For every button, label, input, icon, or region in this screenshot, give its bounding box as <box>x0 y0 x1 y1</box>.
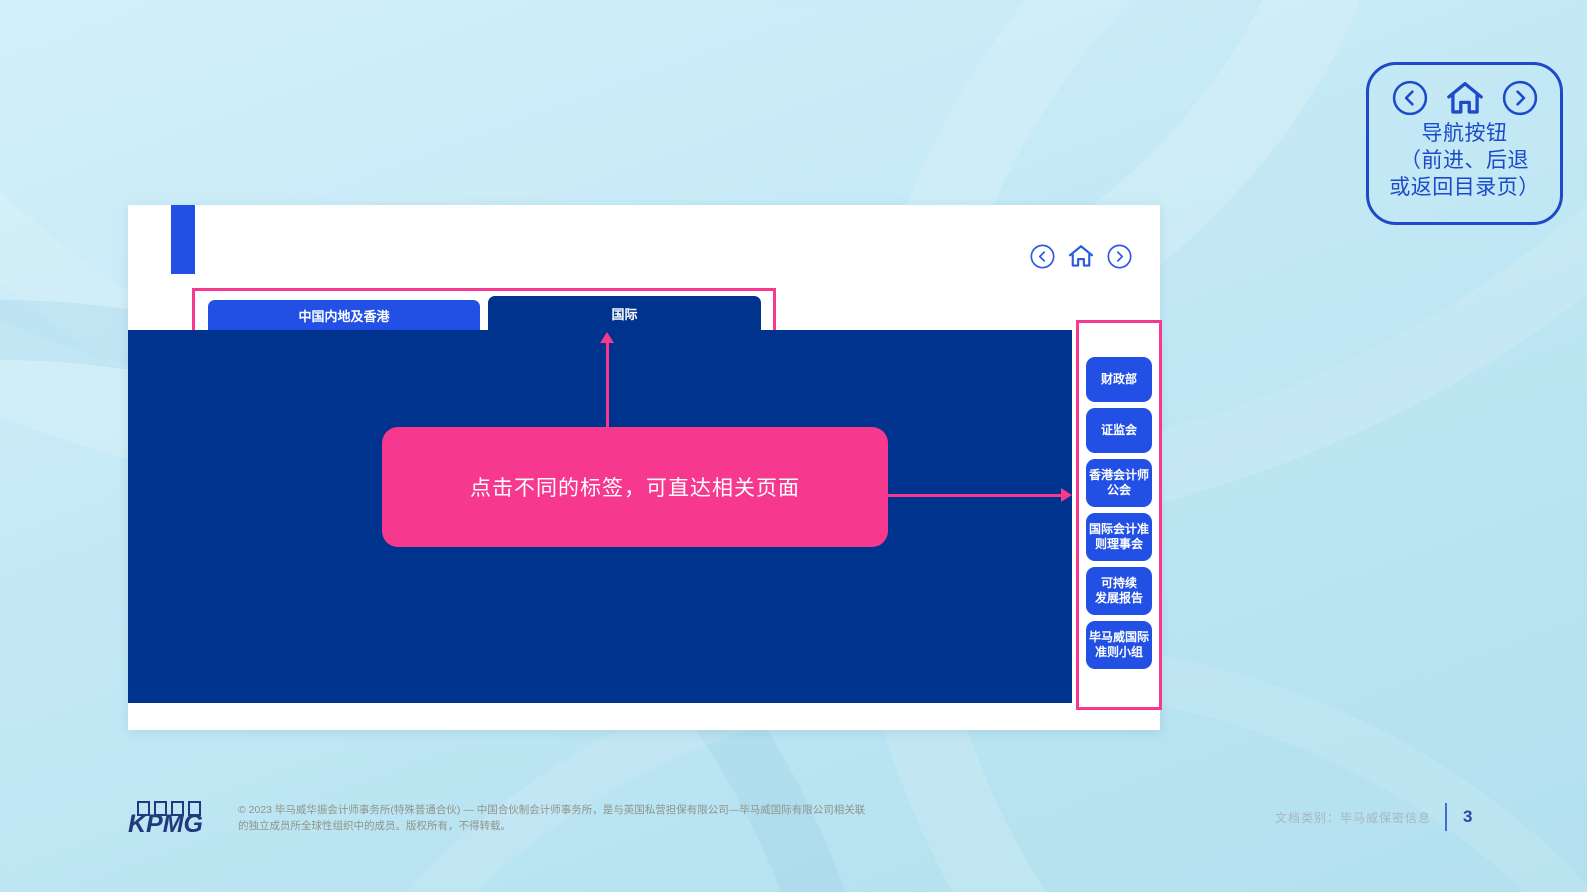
menu-item-label: 公会 <box>1106 483 1131 497</box>
arrow-to-tabs-head <box>600 332 614 343</box>
menu-item-label: 准则小组 <box>1094 645 1143 659</box>
nav-buttons-legend-callout: 导航按钮 （前进、后退 或返回目录页） <box>1366 62 1563 225</box>
tab-china-mainland-hk[interactable]: 中国内地及香港 <box>208 300 480 330</box>
nav-legend-line3: 或返回目录页） <box>1389 176 1540 199</box>
copyright-text: © 2023 毕马威华振会计师事务所(特殊普通合伙) — 中国合伙制会计师事务所… <box>238 803 888 834</box>
menu-item-label: 可持续 <box>1100 576 1137 590</box>
tip-callout: 点击不同的标签，可直达相关页面 <box>382 427 888 547</box>
arrow-to-menu <box>888 494 1064 497</box>
menu-item-label: 证监会 <box>1100 423 1137 437</box>
nav-legend-icons <box>1392 76 1538 120</box>
menu-item-mof[interactable]: 财政部 <box>1086 357 1152 402</box>
chevron-right-circle-icon <box>1107 244 1132 272</box>
back-button[interactable] <box>1030 244 1055 272</box>
menu-item-kpmg-standards-group[interactable]: 毕马威国际 准则小组 <box>1086 621 1152 669</box>
arrow-to-tabs <box>606 342 609 427</box>
footer-meta: 文档类别：毕马威保密信息 3 <box>1275 800 1472 834</box>
doc-class-label: 文档类别：毕马威保密信息 <box>1275 810 1432 825</box>
forward-button[interactable] <box>1107 244 1132 272</box>
copyright-line2: 的独立成员所全球性组织中的成员。版权所有，不得转载。 <box>238 819 511 832</box>
menu-item-label: 发展报告 <box>1094 591 1143 605</box>
menu-item-label: 香港会计师 <box>1088 468 1149 482</box>
page-number: 3 <box>1463 807 1473 826</box>
menu-item-sustainability[interactable]: 可持续 发展报告 <box>1086 567 1152 615</box>
nav-legend-line1: 导航按钮 <box>1421 122 1508 145</box>
menu-item-label: 则理事会 <box>1094 537 1143 551</box>
menu-item-label: 财政部 <box>1100 372 1137 386</box>
slide-canvas: 中国内地及香港 国际 财政部 证监会 香港会计师 公会 国际会计准 则理事会 可… <box>128 205 1162 730</box>
slide-nav-buttons <box>1030 241 1132 274</box>
menu-item-csrc[interactable]: 证监会 <box>1086 408 1152 453</box>
nav-legend-line2: （前进、后退 <box>1400 149 1529 172</box>
home-icon <box>1443 76 1487 120</box>
menu-item-label: 毕马威国际 <box>1088 630 1149 644</box>
menu-item-iasb[interactable]: 国际会计准 则理事会 <box>1086 513 1152 561</box>
menu-item-hkicpa[interactable]: 香港会计师 公会 <box>1086 459 1152 507</box>
home-icon <box>1066 245 1096 274</box>
side-menu: 财政部 证监会 香港会计师 公会 国际会计准 则理事会 可持续 发展报告 毕马威… <box>1086 357 1152 669</box>
chevron-left-circle-icon <box>1392 80 1428 116</box>
tab-international[interactable]: 国际 <box>488 296 761 330</box>
tip-callout-text: 点击不同的标签，可直达相关页面 <box>470 477 800 500</box>
footer-divider <box>1445 803 1448 831</box>
menu-item-label: 国际会计准 <box>1088 522 1149 536</box>
kpmg-logo-text: KPMG <box>128 810 203 838</box>
chevron-right-circle-icon <box>1502 80 1538 116</box>
title-accent-bar <box>171 205 195 274</box>
chevron-left-circle-icon <box>1030 244 1055 272</box>
home-button[interactable] <box>1066 241 1096 274</box>
kpmg-logo: KPMG <box>128 799 208 841</box>
arrow-to-menu-head <box>1061 488 1072 502</box>
copyright-line1: © 2023 毕马威华振会计师事务所(特殊普通合伙) — 中国合伙制会计师事务所… <box>238 804 866 816</box>
